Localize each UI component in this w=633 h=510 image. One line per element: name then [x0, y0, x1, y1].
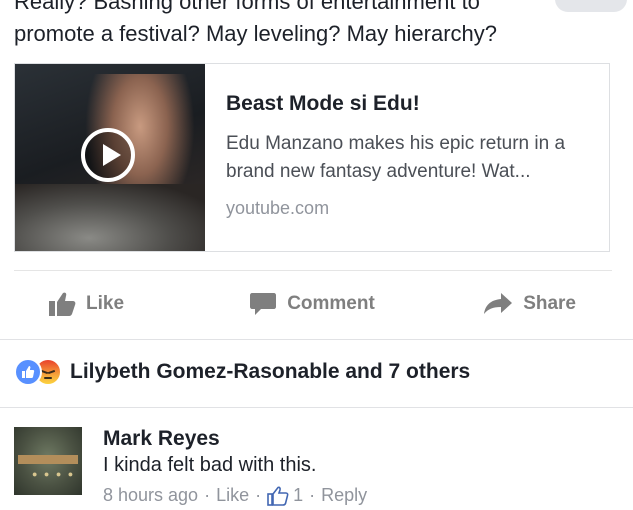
play-icon[interactable] — [81, 128, 135, 182]
comment-author[interactable]: Mark Reyes — [103, 427, 367, 451]
comment-meta: 8 hours ago · Like · 1 · Reply — [103, 485, 367, 506]
separator: · — [204, 485, 211, 505]
share-icon — [484, 293, 513, 314]
post-text: Really? Bashing other forms of entertain… — [14, 0, 614, 50]
comment-text: I kinda felt bad with this. — [103, 454, 317, 476]
link-preview-card[interactable]: Beast Mode si Edu! Edu Manzano makes his… — [14, 63, 610, 252]
comment-label: Comment — [287, 293, 375, 314]
divider — [14, 270, 612, 271]
like-label: Like — [86, 293, 125, 314]
post-actions-bar: Like Comment Share — [14, 282, 612, 326]
share-button[interactable]: Share — [400, 282, 612, 326]
comment-reply-button[interactable]: Reply — [321, 485, 367, 506]
reactions-summary[interactable]: Lilybeth Gomez-Rasonable and 7 others — [14, 358, 470, 386]
comment-timestamp[interactable]: 8 hours ago — [103, 485, 198, 506]
comment-icon — [250, 293, 277, 315]
link-card-title[interactable]: Beast Mode si Edu! — [226, 92, 596, 116]
separator: · — [255, 485, 262, 505]
separator: · — [309, 485, 316, 505]
thumbs-up-icon — [49, 292, 76, 316]
comment: ● ● ● ● Mark Reyes I kinda felt bad with… — [14, 427, 367, 506]
share-label: Share — [523, 293, 576, 314]
reactions-names[interactable]: Lilybeth Gomez-Rasonable and 7 others — [70, 360, 470, 384]
avatar[interactable]: ● ● ● ● — [14, 427, 82, 495]
link-card-description: Edu Manzano makes his epic return in a b… — [226, 133, 566, 182]
divider — [0, 339, 633, 340]
link-card-body: Beast Mode si Edu! Edu Manzano makes his… — [205, 64, 596, 251]
divider — [0, 407, 633, 408]
thumbs-up-outline-icon — [267, 486, 289, 506]
link-card-domain: youtube.com — [226, 198, 330, 218]
thumbnail-armor — [15, 184, 205, 251]
post-text-line-1: Really? Bashing other forms of entertain… — [14, 0, 480, 14]
like-button[interactable]: Like — [14, 282, 224, 326]
comment-like-button[interactable]: Like — [216, 485, 249, 506]
post-text-line-2: promote a festival? May leveling? May hi… — [14, 21, 498, 46]
comment-body: Mark Reyes I kinda felt bad with this. 8… — [103, 427, 367, 506]
comment-button[interactable]: Comment — [224, 282, 400, 326]
video-thumbnail[interactable] — [15, 64, 205, 251]
comment-like-count[interactable]: 1 — [293, 485, 303, 506]
like-reaction-icon — [14, 358, 42, 386]
